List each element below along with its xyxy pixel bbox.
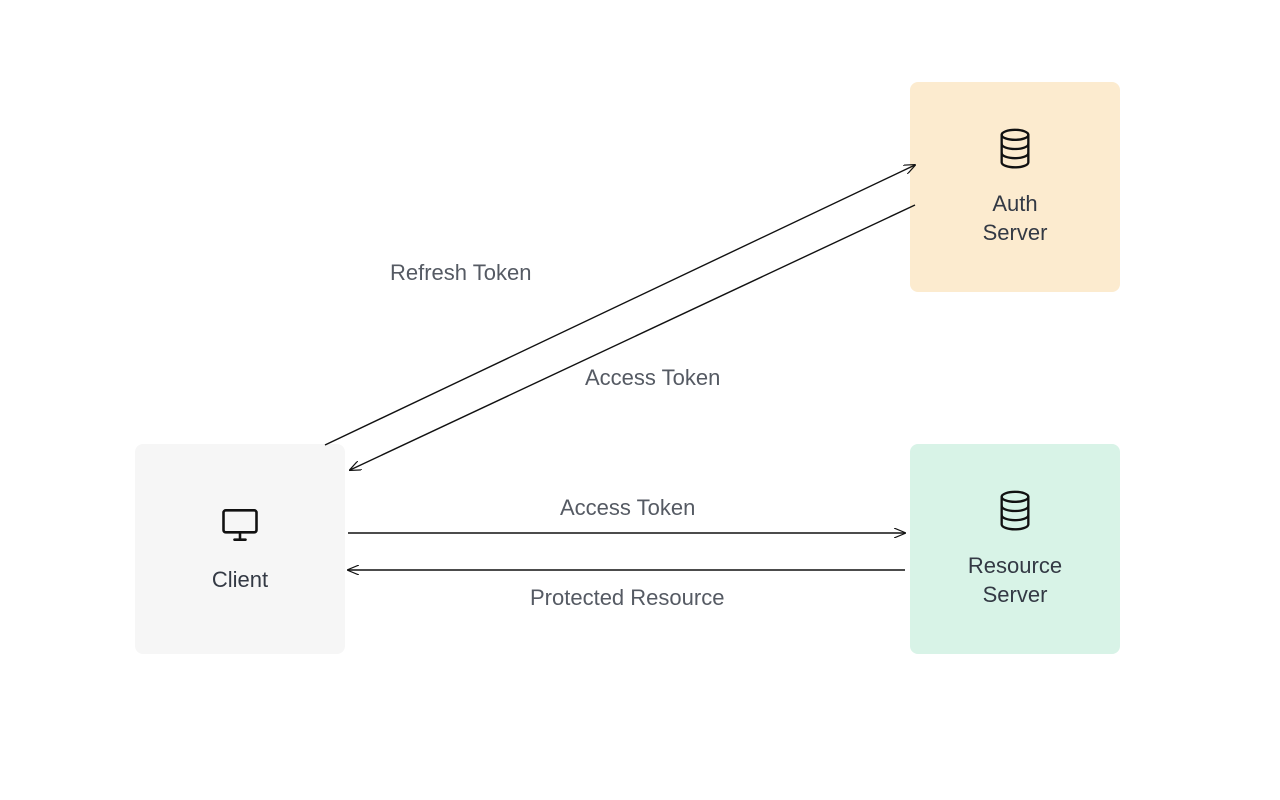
label-refresh-token: Refresh Token — [390, 260, 531, 286]
label-access-token-send: Access Token — [560, 495, 695, 521]
resource-server-node: Resource Server — [910, 444, 1120, 654]
client-label: Client — [212, 566, 268, 595]
auth-server-node: Auth Server — [910, 82, 1120, 292]
database-icon — [995, 127, 1035, 176]
monitor-icon — [218, 503, 262, 552]
label-protected-resource: Protected Resource — [530, 585, 724, 611]
diagram-canvas: Client Auth Server Resource Server — [0, 0, 1280, 800]
label-access-token-return: Access Token — [585, 365, 720, 391]
database-icon — [995, 489, 1035, 538]
client-node: Client — [135, 444, 345, 654]
resource-server-label: Resource Server — [968, 552, 1062, 609]
arrow-refresh-token — [325, 165, 915, 445]
auth-server-label: Auth Server — [983, 190, 1048, 247]
arrow-access-token-return — [350, 205, 915, 470]
